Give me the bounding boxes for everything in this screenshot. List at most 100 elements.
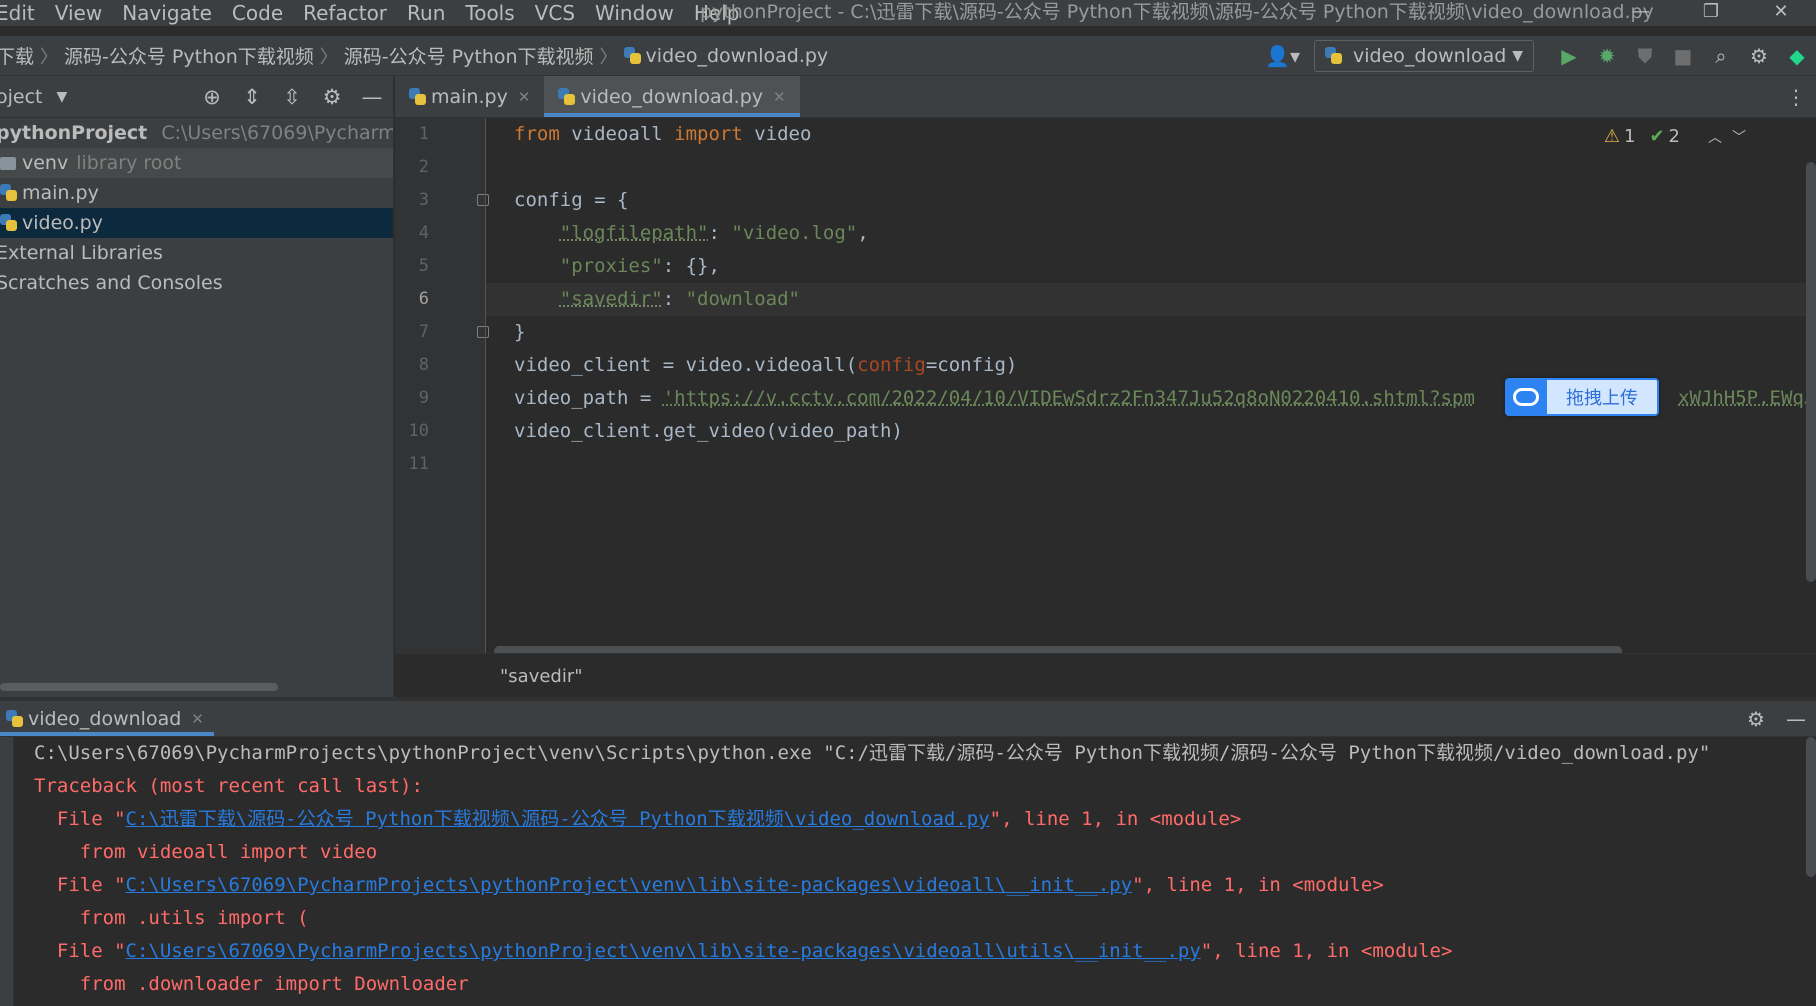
tree-item-scratches[interactable]: Scratches and Consoles <box>0 268 393 298</box>
warning-count[interactable]: ⚠ 1 <box>1604 126 1636 147</box>
tab-video-download-py[interactable]: video_download.py ✕ <box>544 76 800 117</box>
menu-refactor[interactable]: Refactor <box>293 0 397 26</box>
vertical-scrollbar[interactable] <box>1806 737 1816 877</box>
console-file-link[interactable]: C:\Users\67069\PycharmProjects\pythonPro… <box>126 940 1201 962</box>
menu-run[interactable]: Run <box>397 0 455 26</box>
console-text: File " <box>34 940 126 962</box>
tab-run-video-download[interactable]: video_download ✕ <box>0 701 214 736</box>
drag-upload-widget[interactable]: 拖拽上传 <box>1505 378 1659 416</box>
code-token: "logfilepath" <box>559 222 709 244</box>
inspection-widget[interactable]: ⚠ 1 ✔ 2 ︿ ﹀ <box>1604 126 1746 147</box>
scratches-label: Scratches and Consoles <box>0 272 223 294</box>
project-tree: pythonProject C:\Users\67069\PycharmProj… <box>0 118 393 298</box>
expand-all-icon[interactable]: ⇕ <box>232 85 272 109</box>
breadcrumb-item[interactable]: 源码-公众号 Python下载视频 <box>344 42 594 69</box>
restore-icon[interactable]: ❐ <box>1676 0 1746 26</box>
file-label: video.py <box>22 212 103 234</box>
console-line: Traceback (most recent call last): <box>34 775 423 797</box>
close-tab-icon[interactable]: ✕ <box>191 710 204 728</box>
menu-code[interactable]: Code <box>222 0 293 26</box>
close-tab-icon[interactable]: ✕ <box>773 88 786 106</box>
python-file-icon <box>0 184 18 202</box>
more-options-icon[interactable]: ⋮ <box>1786 76 1806 118</box>
close-tab-icon[interactable]: ✕ <box>518 88 531 106</box>
menu-window[interactable]: Window <box>585 0 684 26</box>
horizontal-scrollbar[interactable] <box>0 683 278 691</box>
console-line: from .utils import ( <box>34 907 309 929</box>
hide-icon[interactable]: — <box>1776 707 1816 731</box>
code-token: xWJhH5P.EWqJe <box>1678 387 1816 409</box>
run-icon[interactable]: ▶ <box>1550 44 1588 68</box>
chevron-right-icon: 〉 <box>40 46 59 68</box>
breadcrumb-item[interactable]: 下载 <box>0 42 34 69</box>
collapse-all-icon[interactable]: ⇳ <box>272 85 312 109</box>
code-token: video_client = video.videoall( <box>514 354 858 376</box>
navigation-bar: 下载 〉 源码-公众号 Python下载视频 〉 源码-公众号 Python下载… <box>0 36 1816 76</box>
vertical-scrollbar[interactable] <box>1806 162 1816 582</box>
gear-icon[interactable]: ⚙ <box>1740 44 1778 68</box>
tab-label: video_download <box>28 707 182 730</box>
menu-edit[interactable]: Edit <box>0 0 45 26</box>
code-breadcrumb[interactable]: "savedir" <box>500 666 583 687</box>
tree-item-venv[interactable]: venv library root <box>0 148 393 178</box>
console-text: ", line 1, in <module> <box>1132 874 1384 896</box>
project-panel-title[interactable]: oject <box>0 86 43 108</box>
menu-vcs[interactable]: VCS <box>525 0 585 26</box>
line-number: 2 <box>418 157 429 177</box>
console-file-link[interactable]: C:\迅雷下载\源码-公众号 Python下载视频\源码-公众号 Python下… <box>126 808 990 830</box>
breadcrumb-item[interactable]: 源码-公众号 Python下载视频 <box>64 42 314 69</box>
python-file-icon <box>558 87 576 106</box>
editor-tabs: main.py ✕ video_download.py ✕ ⋮ <box>395 76 1816 118</box>
tab-main-py[interactable]: main.py ✕ <box>395 76 544 117</box>
stop-icon[interactable]: ■ <box>1664 44 1702 68</box>
menu-bar: Edit View Navigate Code Refactor Run Too… <box>0 0 1816 26</box>
hide-icon[interactable]: — <box>352 85 392 109</box>
gear-icon[interactable]: ⚙ <box>1736 707 1776 731</box>
debug-icon[interactable]: ✹ <box>1588 44 1626 68</box>
tab-label: main.py <box>431 85 508 108</box>
gear-icon[interactable]: ⚙ <box>312 85 352 109</box>
minimize-icon[interactable]: — <box>1606 0 1676 26</box>
chevron-right-icon: 〉 <box>599 46 618 68</box>
tab-label: video_download.py <box>580 85 764 108</box>
menu-navigate[interactable]: Navigate <box>112 0 222 26</box>
user-icon[interactable]: 👤▾ <box>1265 44 1300 68</box>
weak-warning-count[interactable]: ✔ 2 <box>1649 126 1680 147</box>
project-root-path: C:\Users\67069\PycharmProjec <box>161 122 393 144</box>
line-number: 5 <box>418 256 429 276</box>
menu-view[interactable]: View <box>45 0 112 26</box>
line-number: 7 <box>418 322 429 342</box>
tree-item-main-py[interactable]: main.py <box>0 178 393 208</box>
pycharm-logo-icon[interactable]: ◆ <box>1778 44 1816 68</box>
chevron-down-icon[interactable]: ﹀ <box>1732 127 1746 147</box>
code-token: video_client.get_video(video_path) <box>514 420 903 442</box>
search-icon[interactable]: ⌕ <box>1702 44 1740 68</box>
line-number-gutter: 1 2 3 4 5 6 7 8 9 10 11 <box>395 118 489 653</box>
chevron-down-icon[interactable]: ▼ <box>57 89 68 105</box>
locate-icon[interactable]: ⊕ <box>192 85 232 109</box>
run-configuration-select[interactable]: video_download ▼ <box>1314 40 1534 72</box>
code-line: "logfilepath": "video.log", <box>559 222 869 244</box>
breadcrumb-item[interactable]: video_download.py <box>646 45 829 67</box>
line-number: 1 <box>418 124 429 144</box>
code-line-current: "savedir": "download" <box>486 283 1816 316</box>
console-text: ", line 1, in <module> <box>989 808 1242 830</box>
project-panel-header: oject ▼ ⊕ ⇕ ⇳ ⚙ — <box>0 76 393 118</box>
run-tabs: video_download ✕ ⚙ — <box>0 701 1816 737</box>
tree-item-video-py[interactable]: video.py <box>0 208 393 238</box>
code-token: video <box>742 123 812 145</box>
console-file-link[interactable]: C:\Users\67069\PycharmProjects\pythonPro… <box>126 874 1133 896</box>
coverage-icon[interactable]: ⛊ <box>1626 44 1664 68</box>
run-panel: video_download ✕ ⚙ — C:\Users\67069\Pych… <box>0 701 1816 1006</box>
tree-item-project-root[interactable]: pythonProject C:\Users\67069\PycharmProj… <box>0 118 393 148</box>
line-number: 10 <box>408 421 429 441</box>
menu-tools[interactable]: Tools <box>455 0 524 26</box>
chevron-right-icon: 〉 <box>319 46 338 68</box>
code-token: "proxies" <box>559 255 663 277</box>
tree-item-external-libraries[interactable]: External Libraries <box>0 238 393 268</box>
code-token: config = { <box>514 189 629 211</box>
close-icon[interactable]: ✕ <box>1746 0 1816 26</box>
console-text: File " <box>34 874 126 896</box>
chevron-up-icon[interactable]: ︿ <box>1708 127 1722 147</box>
console-output[interactable]: C:\Users\67069\PycharmProjects\pythonPro… <box>14 737 1804 1006</box>
